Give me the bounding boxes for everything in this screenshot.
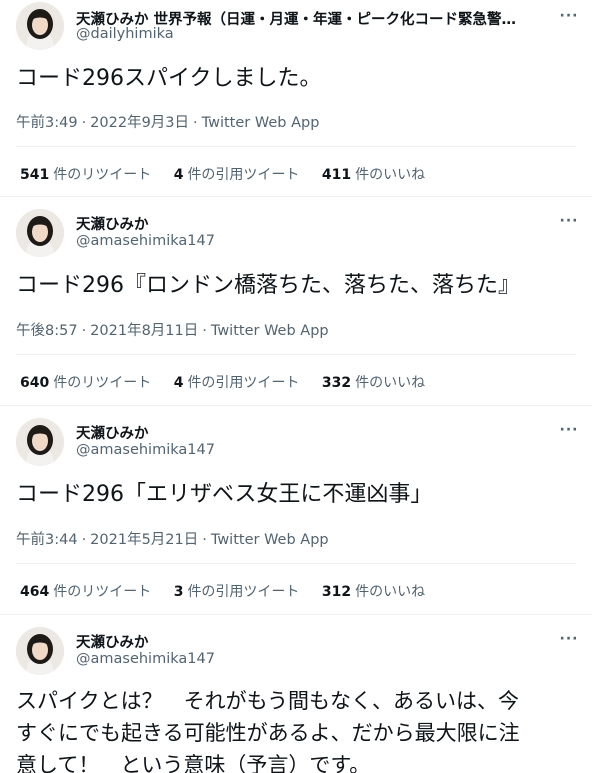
display-name[interactable]: 天瀬ひみか: [76, 426, 149, 442]
tweet-source[interactable]: Twitter Web App: [211, 532, 329, 548]
display-name[interactable]: 天瀬ひみか: [76, 217, 149, 233]
avatar[interactable]: [16, 418, 64, 466]
tweet-time[interactable]: 午後8:57: [16, 323, 78, 339]
tweet-separator: [0, 196, 592, 197]
divider: [16, 146, 576, 147]
like-count[interactable]: 332 件のいいね: [322, 372, 425, 392]
tweet-date[interactable]: 2021年8月11日: [90, 323, 198, 339]
handle[interactable]: @amasehimika147: [76, 442, 215, 458]
tweet-stats: 541 件のリツイート 4 件の引用ツイート 411 件のいいね: [20, 164, 443, 184]
handle[interactable]: @dailyhimika: [76, 26, 174, 42]
tweet-time[interactable]: 午前3:44: [16, 532, 78, 548]
tweet-time[interactable]: 午前3:49: [16, 115, 78, 131]
avatar[interactable]: [16, 627, 64, 675]
tweet-meta: 午後8:57 · 2021年8月11日 · Twitter Web App: [16, 319, 329, 340]
more-options-icon[interactable]: ···: [558, 214, 580, 228]
meta-dot: ·: [81, 532, 87, 548]
more-options-icon[interactable]: ···: [558, 632, 580, 646]
meta-dot: ·: [81, 115, 87, 131]
quote-count[interactable]: 4 件の引用ツイート: [174, 164, 300, 184]
retweet-count[interactable]: 464 件のリツイート: [20, 581, 151, 601]
tweet-text-line: スパイクとは？ それがもう間もなく、あるいは、今: [16, 689, 519, 713]
like-count[interactable]: 411 件のいいね: [322, 164, 425, 184]
tweet-text: コード296スパイクしました。: [16, 66, 322, 91]
retweet-count[interactable]: 541 件のリツイート: [20, 164, 151, 184]
tweet-stats: 640 件のリツイート 4 件の引用ツイート 332 件のいいね: [20, 372, 443, 392]
retweet-count[interactable]: 640 件のリツイート: [20, 372, 151, 392]
more-options-icon[interactable]: ···: [558, 9, 580, 23]
meta-dot: ·: [193, 115, 198, 131]
tweet-meta: 午前3:44 · 2021年5月21日 · Twitter Web App: [16, 528, 329, 549]
tweet-text-line: 意して！ という意味（予言）です。: [16, 753, 371, 773]
tweet-date[interactable]: 2022年9月3日: [90, 115, 189, 131]
tweet-text: スパイクとは？ それがもう間もなく、あるいは、今 すぐにでも起きる可能性があるよ…: [16, 685, 576, 773]
avatar[interactable]: [16, 209, 64, 257]
handle[interactable]: @amasehimika147: [76, 233, 215, 249]
divider: [16, 354, 576, 355]
quote-count[interactable]: 4 件の引用ツイート: [174, 372, 300, 392]
divider: [16, 563, 576, 564]
tweet-text: コード296「エリザベス女王に不運凶事」: [16, 482, 433, 507]
more-options-icon[interactable]: ···: [558, 423, 580, 437]
tweet-stats: 464 件のリツイート 3 件の引用ツイート 312 件のいいね: [20, 581, 443, 601]
handle[interactable]: @amasehimika147: [76, 651, 215, 667]
quote-count[interactable]: 3 件の引用ツイート: [174, 581, 300, 601]
meta-dot: ·: [202, 532, 207, 548]
tweet-text-line: すぐにでも起きる可能性があるよ、だから最大限に注: [16, 721, 520, 745]
tweet-separator: [0, 405, 592, 406]
avatar[interactable]: [16, 2, 64, 50]
tweet-date[interactable]: 2021年5月21日: [90, 532, 198, 548]
tweet-meta: 午前3:49 · 2022年9月3日 · Twitter Web App: [16, 111, 319, 132]
tweet-text: コード296『ロンドン橋落ちた、落ちた、落ちた』: [16, 273, 520, 298]
tweet-source[interactable]: Twitter Web App: [202, 115, 320, 131]
display-name[interactable]: 天瀬ひみか: [76, 635, 149, 651]
like-count[interactable]: 312 件のいいね: [322, 581, 425, 601]
tweet-separator: [0, 614, 592, 615]
meta-dot: ·: [202, 323, 207, 339]
tweet-source[interactable]: Twitter Web App: [211, 323, 329, 339]
meta-dot: ·: [81, 323, 87, 339]
